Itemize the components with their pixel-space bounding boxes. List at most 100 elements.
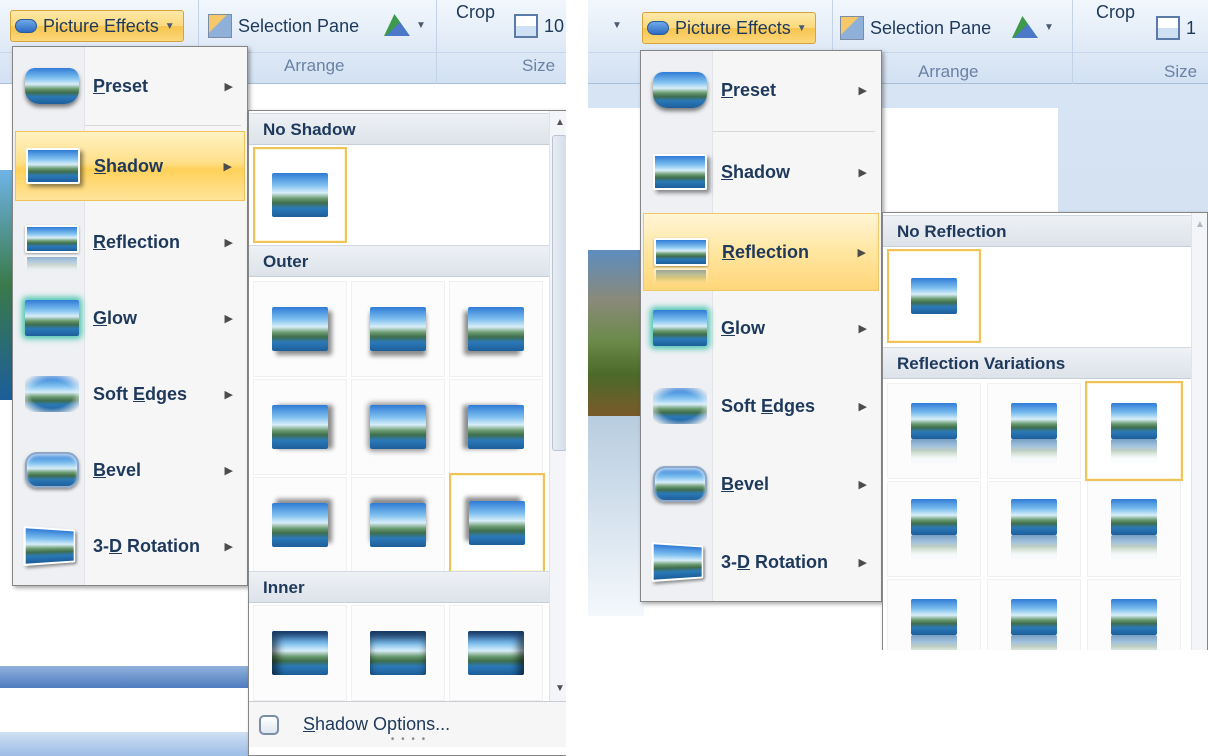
inner-header: Inner (249, 571, 549, 603)
picture-effects-button[interactable]: Picture Effects ▼ (10, 10, 184, 42)
reflection-variation-option[interactable] (987, 481, 1081, 577)
3d-rotation-icon (23, 525, 76, 567)
reflection-variation-option-selected[interactable] (1085, 381, 1183, 481)
menu-item-soft-edges[interactable]: Soft Edges ▶ (643, 371, 879, 441)
shadow-thumbnail (468, 405, 524, 449)
inner-shadow-option[interactable] (351, 605, 445, 701)
menu-item-label: Reflection (722, 241, 810, 262)
glow-icon (25, 300, 79, 336)
submenu-arrow-icon: ▶ (857, 246, 866, 259)
shadow-options-button[interactable]: Shadow Options... • • • • (249, 701, 566, 747)
menu-item-reflection[interactable]: Reflection ▶ (643, 213, 879, 291)
inner-shadow-option[interactable] (449, 605, 543, 701)
selection-pane-button[interactable]: Selection Pane (208, 14, 359, 38)
outer-shadow-option[interactable] (351, 477, 445, 573)
shadow-thumbnail (370, 503, 426, 547)
selection-pane-icon (208, 14, 232, 38)
picture-effects-label: Picture Effects (675, 17, 791, 38)
slide-photo (588, 250, 644, 416)
size-height-value: 10 (544, 15, 565, 36)
menu-item-bevel[interactable]: Bevel ▶ (15, 435, 245, 505)
reflection-variation-option[interactable] (1087, 481, 1181, 577)
outer-shadow-option[interactable] (449, 281, 543, 377)
3d-rotation-icon (651, 541, 704, 583)
chevron-down-icon: ▼ (416, 19, 426, 31)
outer-shadow-option[interactable] (253, 281, 347, 377)
menu-item-3d-rotation[interactable]: 3-D Rotation ▶ (15, 511, 245, 581)
bevel-icon (25, 452, 79, 488)
reflection-variation-option[interactable] (1087, 579, 1181, 650)
outer-shadow-option[interactable] (253, 477, 347, 573)
menu-item-label: Bevel (93, 459, 142, 480)
menu-item-glow[interactable]: Glow ▶ (643, 293, 879, 363)
menu-item-bevel[interactable]: Bevel ▶ (643, 449, 879, 519)
reflection-thumbnail (1111, 499, 1157, 535)
menu-item-label: 3-D Rotation (721, 551, 829, 572)
menu-item-glow[interactable]: Glow ▶ (15, 283, 245, 353)
resize-grip-icon[interactable]: • • • • (391, 734, 427, 745)
crop-button[interactable]: Crop (1096, 2, 1135, 23)
shadow-thumbnail (272, 503, 328, 547)
menu-item-preset[interactable]: Preset ▶ (643, 55, 879, 125)
rotate-button[interactable]: ▼ (384, 14, 426, 36)
outer-shadow-option[interactable] (351, 281, 445, 377)
no-shadow-thumbnail (272, 173, 328, 217)
picture-effects-button[interactable]: Picture Effects ▼ (642, 12, 816, 44)
shadow-thumbnail (370, 631, 426, 675)
reflection-variation-option[interactable] (887, 579, 981, 650)
reflection-variation-option[interactable] (987, 579, 1081, 650)
no-reflection-option[interactable] (887, 249, 981, 343)
size-height-field[interactable]: 10 (514, 14, 564, 38)
crop-button[interactable]: Crop (456, 2, 495, 23)
chevron-down-icon: ▼ (164, 20, 175, 32)
reflection-variation-option[interactable] (887, 383, 981, 479)
chevron-down-icon: ▼ (1044, 21, 1054, 33)
menu-item-label: Bevel (721, 473, 770, 494)
scroll-down-icon[interactable]: ▼ (550, 679, 566, 697)
scroll-up-icon[interactable]: ▲ (1192, 215, 1207, 233)
menu-item-3d-rotation[interactable]: 3-D Rotation ▶ (643, 527, 879, 597)
menu-item-soft-edges[interactable]: Soft Edges ▶ (15, 359, 245, 429)
menu-item-label: 3-D Rotation (93, 535, 201, 556)
outer-shadow-option[interactable] (351, 379, 445, 475)
menu-item-shadow[interactable]: Shadow ▶ (15, 131, 245, 201)
ribbon-overflow-button[interactable]: ▼ (612, 20, 622, 31)
shadow-thumbnail (468, 631, 524, 675)
slide-band-lower (0, 732, 250, 756)
menu-item-preset[interactable]: Preset ▶ (15, 51, 245, 121)
outer-shadow-option[interactable] (253, 379, 347, 475)
reflection-thumbnail (911, 403, 957, 439)
picture-effects-icon (15, 19, 37, 33)
no-shadow-header: No Shadow (249, 113, 549, 145)
selection-pane-button[interactable]: Selection Pane (840, 16, 991, 40)
menu-item-shadow[interactable]: Shadow ▶ (643, 137, 879, 207)
selection-pane-icon (840, 16, 864, 40)
menu-item-reflection[interactable]: Reflection ▶ (15, 207, 245, 277)
shadow-thumbnail (468, 307, 524, 351)
inner-shadow-option[interactable] (253, 605, 347, 701)
submenu-arrow-icon: ▶ (858, 556, 867, 569)
selection-pane-label: Selection Pane (238, 15, 360, 36)
outer-shadow-option-selected[interactable] (449, 473, 545, 573)
scroll-thumb[interactable] (552, 135, 566, 451)
reflection-variation-option[interactable] (987, 383, 1081, 479)
height-icon (514, 14, 538, 38)
scroll-up-icon[interactable]: ▲ (550, 113, 566, 131)
height-icon (1156, 16, 1180, 40)
menu-separator (713, 131, 875, 132)
rotate-button[interactable]: ▼ (1012, 16, 1054, 38)
shadow-gallery: No Shadow Outer Inner ▲ ▼ Shadow Options… (248, 110, 566, 756)
menu-item-label: Preset (93, 75, 149, 96)
outer-header: Outer (249, 245, 549, 277)
no-reflection-header: No Reflection (883, 215, 1191, 247)
shadow-thumbnail (272, 631, 328, 675)
no-shadow-option[interactable] (253, 147, 347, 243)
gallery-scrollbar[interactable]: ▲ (1191, 213, 1207, 650)
reflection-icon (654, 238, 708, 266)
submenu-arrow-icon: ▶ (223, 160, 232, 173)
size-group-label: Size (522, 56, 556, 75)
reflection-variation-option[interactable] (887, 481, 981, 577)
gallery-scrollbar[interactable]: ▲ ▼ (549, 111, 566, 701)
outer-shadow-option[interactable] (449, 379, 543, 475)
size-height-field[interactable]: 1 (1156, 16, 1196, 40)
